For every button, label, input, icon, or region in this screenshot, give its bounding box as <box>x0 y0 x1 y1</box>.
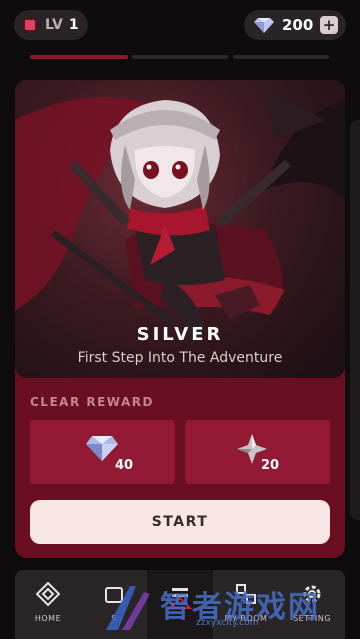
start-button[interactable]: START <box>30 500 330 544</box>
nav-setting[interactable]: SETTING <box>279 570 345 639</box>
home-diamond-icon <box>36 582 60 606</box>
gear-icon <box>303 585 321 603</box>
nav-label: MY ROOM <box>224 614 268 623</box>
character-artwork: SILVER First Step Into The Adventure <box>15 80 345 378</box>
nav-stage[interactable] <box>147 570 213 639</box>
diamond-icon <box>86 436 118 461</box>
reward-diamond: 40 <box>30 420 175 484</box>
nav-label: S <box>111 614 117 623</box>
gem-count: 200 <box>282 16 314 34</box>
shop-icon <box>105 587 123 603</box>
level-label: LV <box>45 17 63 33</box>
room-icon <box>236 584 256 604</box>
nav-label: HOME <box>34 614 62 623</box>
level-pill[interactable]: LV 1 <box>14 10 88 40</box>
reward-star-shard: 20 <box>185 420 330 484</box>
stage-card: SILVER First Step Into The Adventure CLE… <box>15 80 345 558</box>
page-indicator <box>233 55 329 59</box>
nav-home[interactable]: HOME <box>15 570 81 639</box>
next-stage-card[interactable] <box>350 120 360 520</box>
nav-label: SETTING <box>293 614 331 623</box>
stage-subtitle: First Step Into The Adventure <box>77 350 283 366</box>
reward-value: 20 <box>261 458 280 473</box>
nav-shop[interactable]: S <box>81 570 147 639</box>
stage-icon <box>168 588 192 609</box>
nav-my-room[interactable]: MY ROOM <box>213 570 279 639</box>
reward-value: 40 <box>115 458 134 473</box>
add-gems-button[interactable]: + <box>320 16 338 34</box>
stage-title: SILVER <box>136 324 224 345</box>
gem-pill[interactable]: 200 + <box>244 10 346 40</box>
diamond-icon <box>254 18 274 33</box>
level-icon <box>24 19 36 31</box>
page-indicator <box>132 55 228 59</box>
page-indicator-active <box>30 55 128 59</box>
clear-reward-label: CLEAR REWARD <box>30 395 154 409</box>
level-value: 1 <box>68 17 79 33</box>
bottom-nav: HOME S MY ROOM SETTING <box>15 570 345 639</box>
